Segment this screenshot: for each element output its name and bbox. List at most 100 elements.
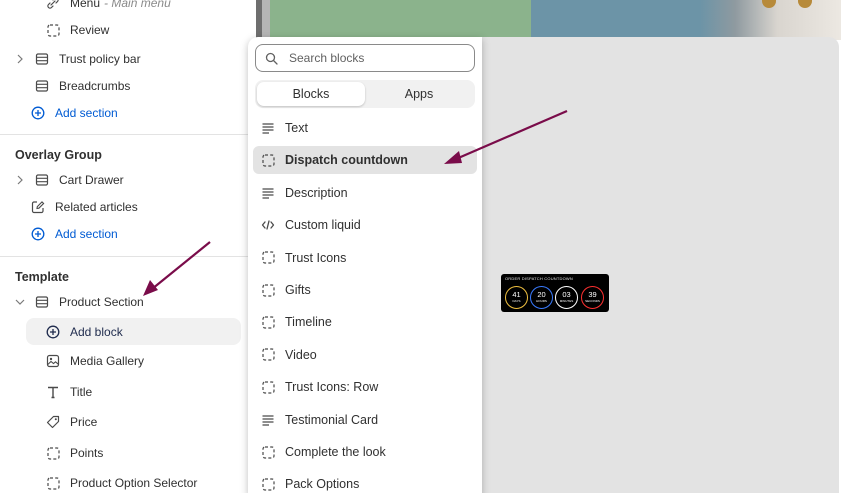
block-item-label: Timeline bbox=[285, 315, 332, 330]
block-item-trust-icons-row[interactable]: Trust Icons: Row bbox=[253, 373, 477, 401]
dashed-square-icon bbox=[261, 380, 275, 394]
block-item-label: Testimonial Card bbox=[285, 412, 379, 427]
chevron-right-icon[interactable] bbox=[15, 54, 25, 64]
divider bbox=[0, 256, 256, 257]
sidebar-item-label: Media Gallery bbox=[70, 354, 145, 368]
block-item-label: Trust Icons bbox=[285, 250, 347, 265]
block-item-description[interactable]: Description bbox=[253, 179, 477, 207]
block-item-gifts[interactable]: Gifts bbox=[253, 276, 477, 304]
sidebar-item-points[interactable]: Points bbox=[46, 440, 103, 466]
dashed-square-icon bbox=[261, 251, 275, 265]
countdown-value: 03 bbox=[562, 290, 571, 299]
block-item-trust-icons[interactable]: Trust Icons bbox=[253, 244, 477, 272]
sidebar-item-price[interactable]: Price bbox=[46, 409, 97, 435]
sidebar-item-label: Related articles bbox=[55, 200, 138, 214]
cat-eye bbox=[798, 0, 812, 8]
text-t-icon bbox=[46, 385, 60, 399]
sidebar-item-related-articles[interactable]: Related articles bbox=[31, 194, 138, 220]
block-item-label: Trust Icons: Row bbox=[285, 380, 379, 395]
countdown-days: 41 DAYS bbox=[505, 286, 528, 309]
plus-circle-icon bbox=[46, 325, 60, 339]
chevron-down-icon[interactable] bbox=[15, 298, 25, 306]
search-icon bbox=[265, 51, 279, 65]
tab-apps[interactable]: Apps bbox=[365, 82, 473, 106]
text-lines-icon bbox=[261, 186, 275, 200]
link-icon bbox=[46, 0, 60, 10]
sidebar-item-label: Cart Drawer bbox=[59, 173, 124, 187]
block-item-label: Video bbox=[285, 347, 317, 362]
block-item-label: Complete the look bbox=[285, 445, 386, 459]
sidebar-item-breadcrumbs[interactable]: Breadcrumbs bbox=[35, 73, 130, 99]
add-block-popover: Blocks Apps Text Dispatch countdown Descri… bbox=[248, 37, 482, 493]
sidebar-item-cart-drawer[interactable]: Cart Drawer bbox=[0, 167, 124, 193]
sidebar-item-review[interactable]: Review bbox=[0, 17, 109, 43]
sidebar-item-label: Title bbox=[70, 385, 93, 399]
section-icon bbox=[35, 79, 49, 93]
image-icon bbox=[46, 354, 60, 368]
block-item-label: Custom liquid bbox=[285, 218, 361, 233]
block-item-timeline[interactable]: Timeline bbox=[253, 308, 477, 336]
sidebar-item-title[interactable]: Title bbox=[46, 379, 92, 405]
block-item-custom-liquid[interactable]: Custom liquid bbox=[253, 211, 477, 239]
preview-banner-blue bbox=[531, 0, 721, 40]
sidebar-item-product-section[interactable]: Product Section bbox=[0, 289, 144, 315]
block-item-label: Dispatch countdown bbox=[285, 153, 408, 168]
template-group-title: Template bbox=[15, 270, 69, 284]
countdown-value: 20 bbox=[537, 290, 546, 299]
menu-sublabel: Main menu bbox=[111, 0, 171, 10]
countdown-seconds: 39 SECONDS bbox=[581, 286, 604, 309]
sidebar-item-label: Trust policy bar bbox=[59, 52, 141, 66]
text-lines-icon bbox=[261, 413, 275, 427]
block-item-label: Description bbox=[285, 185, 348, 200]
sidebar-item-label: Product Section bbox=[59, 295, 144, 309]
countdown-value: 39 bbox=[588, 290, 597, 299]
block-tabs: Blocks Apps bbox=[255, 80, 475, 108]
preview-cat-image bbox=[700, 0, 841, 40]
add-block-label: Add block bbox=[70, 324, 123, 339]
dashed-square-icon bbox=[46, 23, 60, 37]
dashed-square-icon bbox=[261, 153, 275, 167]
sidebar-item-media-gallery[interactable]: Media Gallery bbox=[46, 348, 144, 374]
preview-banner-green bbox=[270, 0, 531, 40]
add-section-label: Add section bbox=[55, 227, 118, 241]
price-tag-icon bbox=[46, 415, 60, 429]
cat-eye bbox=[762, 0, 776, 8]
countdown-unit: SECONDS bbox=[585, 299, 600, 303]
dashed-square-icon bbox=[46, 446, 60, 460]
dashed-square-icon bbox=[261, 315, 275, 329]
sidebar-item-label: Points bbox=[70, 446, 104, 460]
text-lines-icon bbox=[261, 121, 275, 135]
sidebar-item-sublabel: - Main menu bbox=[104, 0, 171, 10]
section-icon bbox=[35, 295, 49, 309]
add-block-button[interactable]: Add block bbox=[26, 318, 241, 345]
block-item-pack-options[interactable]: Pack Options bbox=[253, 470, 477, 493]
block-item-text[interactable]: Text bbox=[253, 114, 477, 142]
countdown-unit: HOURS bbox=[536, 299, 547, 303]
overlay-group-title: Overlay Group bbox=[15, 148, 102, 162]
block-item-testimonial-card[interactable]: Testimonial Card bbox=[253, 406, 477, 434]
block-item-dispatch-countdown[interactable]: Dispatch countdown bbox=[253, 146, 477, 175]
block-item-complete-the-look[interactable]: Complete the look bbox=[253, 438, 477, 466]
sidebar-item-trust-policy-bar[interactable]: Trust policy bar bbox=[0, 46, 141, 72]
sidebar-item-menu[interactable]: Menu - Main menu bbox=[0, 0, 171, 16]
tab-blocks[interactable]: Blocks bbox=[257, 82, 365, 106]
search-blocks-input[interactable] bbox=[289, 51, 459, 65]
chevron-right-icon[interactable] bbox=[15, 175, 25, 185]
add-section-button[interactable]: Add section bbox=[31, 221, 118, 247]
block-item-video[interactable]: Video bbox=[253, 341, 477, 369]
section-icon bbox=[35, 52, 49, 66]
add-section-button[interactable]: Add section bbox=[31, 100, 118, 126]
countdown-hours: 20 HOURS bbox=[530, 286, 553, 309]
block-item-label: Gifts bbox=[285, 283, 311, 297]
sidebar-item-product-option-selector[interactable]: Product Option Selector bbox=[46, 470, 197, 493]
search-blocks-field[interactable] bbox=[255, 44, 475, 72]
dashed-square-icon bbox=[261, 445, 275, 459]
edit-icon bbox=[31, 200, 45, 214]
sidebar-item-label: Product Option Selector bbox=[70, 476, 198, 490]
code-icon bbox=[261, 218, 275, 232]
divider bbox=[0, 134, 256, 135]
dispatch-countdown-preview[interactable]: ORDER DISPATCH COUNTDOWN 41 DAYS 20 HOUR… bbox=[501, 274, 609, 312]
dashed-square-icon bbox=[261, 283, 275, 297]
dashed-square-icon bbox=[261, 477, 275, 491]
sidebar-item-label: Review bbox=[70, 23, 110, 37]
